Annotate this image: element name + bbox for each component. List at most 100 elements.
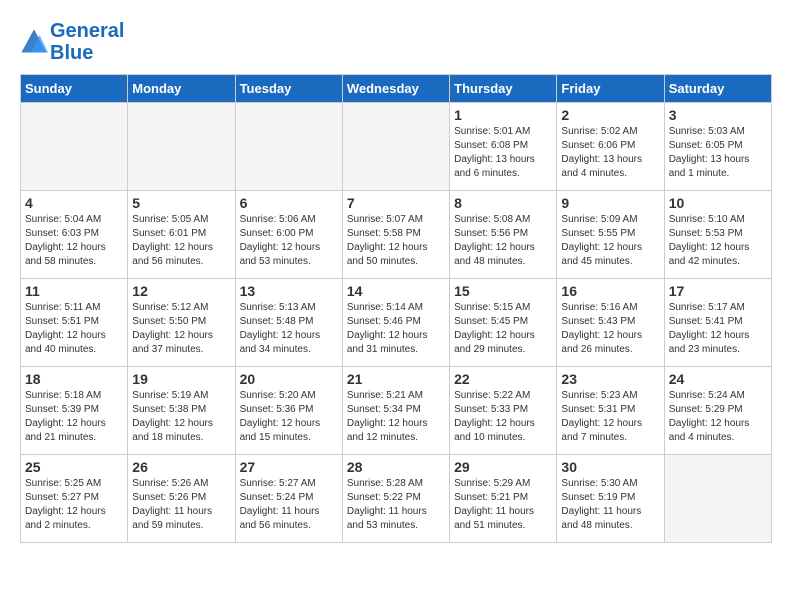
day-number: 11 [25,283,123,299]
calendar-cell: 14 Sunrise: 5:14 AM Sunset: 5:46 PM Dayl… [342,279,449,367]
day-number: 2 [561,107,659,123]
calendar-cell: 30 Sunrise: 5:30 AM Sunset: 5:19 PM Dayl… [557,455,664,543]
cell-info: Sunrise: 5:29 AM Sunset: 5:21 PM Dayligh… [454,477,552,533]
cell-info: Sunrise: 5:10 AM Sunset: 5:53 PM Dayligh… [669,213,767,269]
cell-info: Sunrise: 5:30 AM Sunset: 5:19 PM Dayligh… [561,477,659,533]
calendar-cell: 4 Sunrise: 5:04 AM Sunset: 6:03 PM Dayli… [21,191,128,279]
cell-info: Sunrise: 5:27 AM Sunset: 5:24 PM Dayligh… [240,477,338,533]
page-header: General Blue [20,20,772,64]
day-number: 9 [561,195,659,211]
calendar-cell: 29 Sunrise: 5:29 AM Sunset: 5:21 PM Dayl… [450,455,557,543]
calendar-cell: 28 Sunrise: 5:28 AM Sunset: 5:22 PM Dayl… [342,455,449,543]
calendar-cell: 5 Sunrise: 5:05 AM Sunset: 6:01 PM Dayli… [128,191,235,279]
calendar-cell: 26 Sunrise: 5:26 AM Sunset: 5:26 PM Dayl… [128,455,235,543]
cell-info: Sunrise: 5:16 AM Sunset: 5:43 PM Dayligh… [561,301,659,357]
cell-info: Sunrise: 5:02 AM Sunset: 6:06 PM Dayligh… [561,125,659,181]
weekday-header: Thursday [450,75,557,103]
day-number: 22 [454,371,552,387]
calendar-cell: 2 Sunrise: 5:02 AM Sunset: 6:06 PM Dayli… [557,103,664,191]
logo-icon [20,28,48,56]
calendar-cell: 10 Sunrise: 5:10 AM Sunset: 5:53 PM Dayl… [664,191,771,279]
day-number: 6 [240,195,338,211]
day-number: 16 [561,283,659,299]
cell-info: Sunrise: 5:21 AM Sunset: 5:34 PM Dayligh… [347,389,445,445]
cell-info: Sunrise: 5:07 AM Sunset: 5:58 PM Dayligh… [347,213,445,269]
day-number: 20 [240,371,338,387]
day-number: 18 [25,371,123,387]
calendar-cell [235,103,342,191]
cell-info: Sunrise: 5:26 AM Sunset: 5:26 PM Dayligh… [132,477,230,533]
weekday-header: Sunday [21,75,128,103]
day-number: 30 [561,459,659,475]
day-number: 14 [347,283,445,299]
calendar-cell: 25 Sunrise: 5:25 AM Sunset: 5:27 PM Dayl… [21,455,128,543]
day-number: 28 [347,459,445,475]
calendar-cell: 13 Sunrise: 5:13 AM Sunset: 5:48 PM Dayl… [235,279,342,367]
logo: General Blue [20,20,124,64]
weekday-header: Tuesday [235,75,342,103]
day-number: 3 [669,107,767,123]
day-number: 5 [132,195,230,211]
day-number: 25 [25,459,123,475]
day-number: 17 [669,283,767,299]
day-number: 19 [132,371,230,387]
weekday-header: Friday [557,75,664,103]
day-number: 27 [240,459,338,475]
calendar-cell: 22 Sunrise: 5:22 AM Sunset: 5:33 PM Dayl… [450,367,557,455]
calendar-cell: 8 Sunrise: 5:08 AM Sunset: 5:56 PM Dayli… [450,191,557,279]
calendar-cell: 19 Sunrise: 5:19 AM Sunset: 5:38 PM Dayl… [128,367,235,455]
cell-info: Sunrise: 5:04 AM Sunset: 6:03 PM Dayligh… [25,213,123,269]
cell-info: Sunrise: 5:23 AM Sunset: 5:31 PM Dayligh… [561,389,659,445]
day-number: 10 [669,195,767,211]
calendar-cell: 18 Sunrise: 5:18 AM Sunset: 5:39 PM Dayl… [21,367,128,455]
cell-info: Sunrise: 5:22 AM Sunset: 5:33 PM Dayligh… [454,389,552,445]
calendar-cell [128,103,235,191]
weekday-header: Saturday [664,75,771,103]
calendar-cell [21,103,128,191]
day-number: 24 [669,371,767,387]
calendar-cell: 7 Sunrise: 5:07 AM Sunset: 5:58 PM Dayli… [342,191,449,279]
cell-info: Sunrise: 5:28 AM Sunset: 5:22 PM Dayligh… [347,477,445,533]
day-number: 15 [454,283,552,299]
calendar-cell: 3 Sunrise: 5:03 AM Sunset: 6:05 PM Dayli… [664,103,771,191]
cell-info: Sunrise: 5:11 AM Sunset: 5:51 PM Dayligh… [25,301,123,357]
day-number: 12 [132,283,230,299]
calendar-cell: 27 Sunrise: 5:27 AM Sunset: 5:24 PM Dayl… [235,455,342,543]
calendar-cell: 24 Sunrise: 5:24 AM Sunset: 5:29 PM Dayl… [664,367,771,455]
cell-info: Sunrise: 5:24 AM Sunset: 5:29 PM Dayligh… [669,389,767,445]
day-number: 8 [454,195,552,211]
calendar-cell [664,455,771,543]
calendar-cell: 12 Sunrise: 5:12 AM Sunset: 5:50 PM Dayl… [128,279,235,367]
weekday-header: Monday [128,75,235,103]
calendar-cell [342,103,449,191]
cell-info: Sunrise: 5:14 AM Sunset: 5:46 PM Dayligh… [347,301,445,357]
cell-info: Sunrise: 5:13 AM Sunset: 5:48 PM Dayligh… [240,301,338,357]
calendar-cell: 11 Sunrise: 5:11 AM Sunset: 5:51 PM Dayl… [21,279,128,367]
calendar-cell: 9 Sunrise: 5:09 AM Sunset: 5:55 PM Dayli… [557,191,664,279]
cell-info: Sunrise: 5:09 AM Sunset: 5:55 PM Dayligh… [561,213,659,269]
weekday-header: Wednesday [342,75,449,103]
cell-info: Sunrise: 5:19 AM Sunset: 5:38 PM Dayligh… [132,389,230,445]
day-number: 29 [454,459,552,475]
day-number: 13 [240,283,338,299]
cell-info: Sunrise: 5:18 AM Sunset: 5:39 PM Dayligh… [25,389,123,445]
day-number: 26 [132,459,230,475]
calendar-cell: 21 Sunrise: 5:21 AM Sunset: 5:34 PM Dayl… [342,367,449,455]
cell-info: Sunrise: 5:15 AM Sunset: 5:45 PM Dayligh… [454,301,552,357]
cell-info: Sunrise: 5:06 AM Sunset: 6:00 PM Dayligh… [240,213,338,269]
cell-info: Sunrise: 5:01 AM Sunset: 6:08 PM Dayligh… [454,125,552,181]
calendar-table: SundayMondayTuesdayWednesdayThursdayFrid… [20,74,772,543]
cell-info: Sunrise: 5:03 AM Sunset: 6:05 PM Dayligh… [669,125,767,181]
cell-info: Sunrise: 5:05 AM Sunset: 6:01 PM Dayligh… [132,213,230,269]
cell-info: Sunrise: 5:25 AM Sunset: 5:27 PM Dayligh… [25,477,123,533]
cell-info: Sunrise: 5:08 AM Sunset: 5:56 PM Dayligh… [454,213,552,269]
day-number: 7 [347,195,445,211]
calendar-cell: 17 Sunrise: 5:17 AM Sunset: 5:41 PM Dayl… [664,279,771,367]
calendar-cell: 1 Sunrise: 5:01 AM Sunset: 6:08 PM Dayli… [450,103,557,191]
calendar-cell: 15 Sunrise: 5:15 AM Sunset: 5:45 PM Dayl… [450,279,557,367]
day-number: 1 [454,107,552,123]
day-number: 23 [561,371,659,387]
calendar-cell: 20 Sunrise: 5:20 AM Sunset: 5:36 PM Dayl… [235,367,342,455]
calendar-cell: 16 Sunrise: 5:16 AM Sunset: 5:43 PM Dayl… [557,279,664,367]
day-number: 21 [347,371,445,387]
